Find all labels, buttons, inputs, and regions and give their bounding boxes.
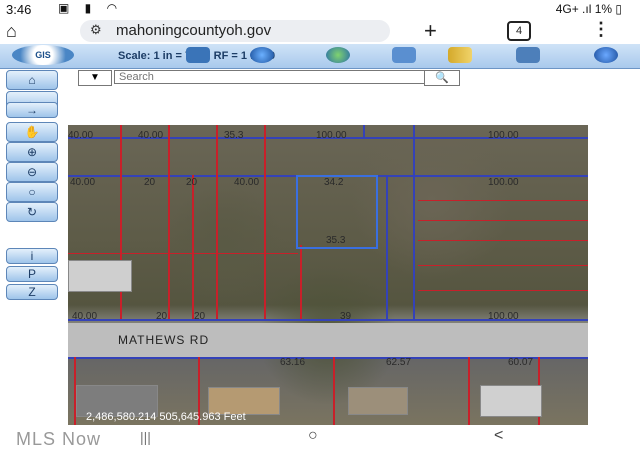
road-label: MATHEWS RD [118, 333, 210, 347]
dimension-label: 39 [340, 311, 352, 322]
lot-line [264, 125, 266, 319]
lot-line [168, 125, 170, 319]
gis-logo: GIS [12, 45, 74, 65]
dimension-label: 100.00 [488, 177, 519, 188]
refresh-button[interactable]: ↻ [6, 202, 58, 222]
house-roof [68, 260, 132, 292]
recents-icon[interactable]: ||| [140, 429, 151, 445]
search-type-dropdown[interactable]: ▼ [78, 70, 112, 86]
mls-watermark: MLS Now [16, 429, 102, 449]
back-nav-icon[interactable]: < [494, 427, 503, 445]
dimension-label: 63.16 [280, 357, 306, 368]
lot-line [418, 265, 588, 266]
layers-icon[interactable] [186, 47, 210, 63]
status-bar: 3:46 ▣ ▮ ◠ 4G+ .ıl 1% ▯ [0, 0, 640, 18]
dimension-label: 100.00 [488, 311, 519, 322]
dimension-label: 100.00 [316, 130, 347, 141]
dimension-label: 20 [144, 177, 156, 188]
dimension-label: 40.00 [68, 130, 94, 141]
house-roof [348, 387, 408, 415]
gis-toolbar: GIS Scale: 1 in = 75 ft. RF = 1 : 900 [0, 44, 640, 69]
tools-icon[interactable] [516, 47, 540, 63]
dimension-label: 40.00 [70, 177, 96, 188]
lot-line [418, 290, 588, 291]
browser-bar: ⌂ ⚙ mahoningcountyoh.gov + 4 ⋮ [0, 18, 640, 44]
dimension-label: 60.07 [508, 357, 534, 368]
status-time: 3:46 [6, 2, 32, 17]
home-icon[interactable]: ⌂ [6, 21, 17, 42]
new-tab-button[interactable]: + [424, 18, 437, 44]
dimension-label: 100.00 [488, 130, 519, 141]
lot-line [418, 240, 588, 241]
home-extent-button[interactable]: ⌂ [6, 70, 58, 90]
tab-count-button[interactable]: 4 [507, 21, 531, 41]
search-input[interactable] [114, 70, 434, 84]
lot-line [333, 357, 335, 425]
dimension-label: 40.00 [72, 311, 98, 322]
dimension-label: 40.00 [234, 177, 260, 188]
identify-button[interactable]: i [6, 248, 58, 264]
forward-extent-button[interactable]: → [6, 102, 58, 118]
house-roof [480, 385, 542, 417]
url-text[interactable]: mahoningcountyoh.gov [116, 22, 271, 39]
parcel-boundary-line [386, 175, 388, 319]
p-button[interactable]: P [6, 266, 58, 282]
status-right: 4G+ .ıl 1% ▯ [555, 2, 622, 16]
search-button[interactable]: 🔍 [424, 70, 460, 86]
dimension-label: 20 [156, 311, 168, 322]
pan-button[interactable]: ✋ [6, 122, 58, 142]
dimension-label: 20 [194, 311, 206, 322]
site-settings-icon[interactable]: ⚙ [90, 22, 102, 38]
dimension-label: 20 [186, 177, 198, 188]
zoom-out-button[interactable]: ⊖ [6, 162, 58, 182]
search-row: ▼ 🔍 [78, 70, 460, 86]
home-nav-icon[interactable]: ○ [308, 427, 318, 445]
dimension-label: 34.2 [324, 177, 344, 188]
coordinate-readout: 2,486,580.214 505,645.963 Feet [86, 411, 246, 423]
key-icon[interactable] [448, 47, 472, 63]
lot-line [300, 245, 302, 319]
dimension-label: 35.3 [224, 130, 244, 141]
info-icon[interactable] [250, 47, 274, 63]
notification-icons: ▣ ▮ ◠ [58, 1, 124, 15]
lot-line [192, 175, 194, 319]
zoom-in-button[interactable]: ⊕ [6, 142, 58, 162]
lot-line [418, 200, 588, 201]
android-nav-bar: MLS Now ||| ○ < [0, 425, 640, 450]
aerial-map[interactable]: MATHEWS RD 40.00 40.00 35.3 100.00 100.0… [68, 125, 588, 425]
lot-line [418, 220, 588, 221]
globe-icon[interactable] [326, 47, 350, 63]
dimension-label: 62.57 [386, 357, 412, 368]
dimension-label: 40.00 [138, 130, 164, 141]
print-icon[interactable] [392, 47, 416, 63]
url-bar[interactable]: ⚙ mahoningcountyoh.gov [80, 20, 390, 42]
parcel-boundary-line [413, 125, 415, 319]
lot-line [216, 125, 218, 319]
dimension-label: 35.3 [326, 235, 346, 246]
lot-line [68, 253, 298, 254]
lot-line [468, 357, 470, 425]
help-icon[interactable] [594, 47, 618, 63]
z-button[interactable]: Z [6, 284, 58, 300]
parcel-boundary-line [363, 125, 365, 139]
browser-menu-button[interactable]: ⋮ [592, 19, 610, 40]
full-extent-button[interactable]: ○ [6, 182, 58, 202]
